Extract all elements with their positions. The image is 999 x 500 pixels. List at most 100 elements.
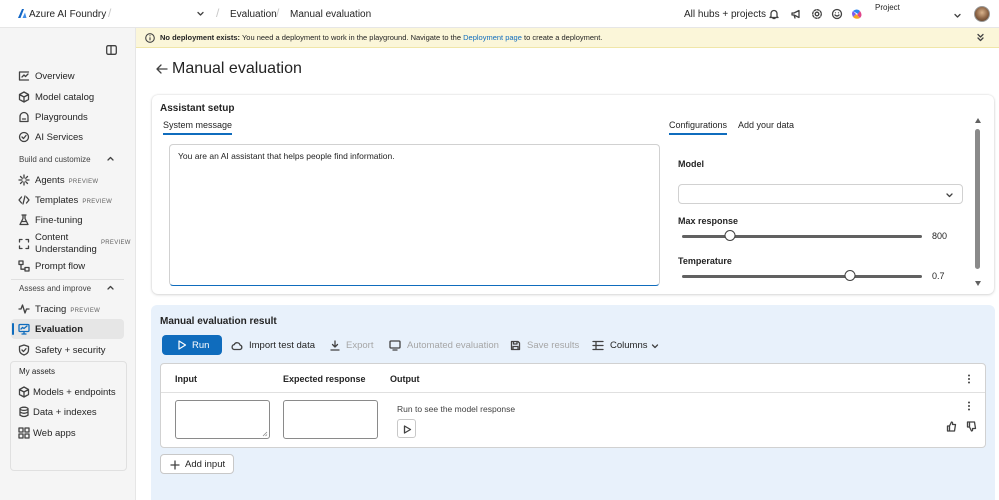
config-scrollbar[interactable] bbox=[974, 117, 982, 287]
sidebar-item-tracing[interactable]: Tracing PREVIEW bbox=[11, 299, 124, 319]
tab-system-message[interactable]: System message bbox=[163, 120, 233, 135]
sidebar-item-label: Playgrounds bbox=[35, 111, 88, 123]
temperature-slider[interactable] bbox=[682, 270, 922, 282]
back-arrow-icon[interactable] bbox=[156, 64, 168, 74]
sidebar-item-fine-tuning[interactable]: Fine-tuning bbox=[11, 210, 124, 230]
breadcrumb-evaluation[interactable]: Evaluation bbox=[230, 9, 277, 20]
sidebar-item-label: Content Understanding bbox=[35, 232, 97, 255]
run-row-button[interactable] bbox=[397, 419, 416, 438]
input-textarea[interactable] bbox=[175, 400, 270, 439]
evaluation-grid: Input Expected response Output Run to se… bbox=[160, 363, 986, 448]
save-results-button[interactable]: Save results bbox=[510, 340, 579, 351]
all-hubs-link[interactable]: All hubs + projects bbox=[684, 9, 766, 20]
cube-icon bbox=[18, 386, 30, 398]
sidebar-item-web-apps[interactable]: Web apps bbox=[11, 423, 126, 443]
sidebar-item-models-endpoints[interactable]: Models + endpoints bbox=[11, 382, 126, 402]
copilot-icon[interactable] bbox=[851, 8, 863, 20]
more-options-icon[interactable] bbox=[967, 374, 971, 384]
sidebar-item-label: Prompt flow bbox=[35, 260, 86, 272]
sidebar-item-evaluation[interactable]: Evaluation bbox=[11, 319, 124, 339]
breadcrumb-separator: / bbox=[108, 6, 112, 20]
sidebar-item-playgrounds[interactable]: Playgrounds bbox=[11, 107, 124, 127]
megaphone-icon[interactable] bbox=[790, 8, 802, 20]
breadcrumb-separator: / bbox=[276, 6, 280, 20]
max-response-slider[interactable] bbox=[682, 230, 922, 242]
sidebar: Overview Model catalog Playgrounds AI Se… bbox=[0, 28, 136, 500]
brand-name[interactable]: Azure AI Foundry bbox=[29, 9, 106, 20]
thumbs-up-icon[interactable] bbox=[946, 421, 957, 432]
automated-evaluation-button[interactable]: Automated evaluation bbox=[389, 340, 499, 351]
sidebar-item-data-indexes[interactable]: Data + indexes bbox=[11, 402, 126, 422]
scrollbar-thumb[interactable] bbox=[975, 129, 980, 269]
expected-response-textarea[interactable] bbox=[283, 400, 378, 439]
prompt-flow-icon bbox=[18, 260, 30, 272]
slider-thumb[interactable] bbox=[844, 270, 856, 281]
model-label: Model bbox=[678, 159, 704, 169]
sidebar-item-model-catalog[interactable]: Model catalog bbox=[11, 87, 124, 107]
download-icon bbox=[330, 340, 340, 351]
project-chevron-icon[interactable] bbox=[953, 11, 962, 20]
manual-evaluation-section: Manual evaluation result Run Import test… bbox=[151, 305, 995, 500]
page-title: Manual evaluation bbox=[172, 60, 302, 77]
smiley-feedback-icon[interactable] bbox=[831, 8, 843, 20]
sidebar-divider bbox=[11, 279, 124, 280]
sidebar-item-agents[interactable]: Agents PREVIEW bbox=[11, 170, 124, 190]
avatar[interactable] bbox=[974, 6, 990, 22]
tab-configurations[interactable]: Configurations bbox=[669, 120, 728, 135]
export-button[interactable]: Export bbox=[330, 340, 373, 351]
play-icon bbox=[403, 425, 412, 434]
chevron-up-icon[interactable] bbox=[106, 154, 115, 163]
sidebar-item-label: Data + indexes bbox=[33, 406, 97, 418]
cloud-icon bbox=[231, 341, 243, 351]
overview-icon bbox=[18, 70, 30, 82]
model-dropdown[interactable] bbox=[678, 184, 963, 204]
gear-icon[interactable] bbox=[811, 8, 823, 20]
save-icon bbox=[510, 340, 521, 351]
import-test-data-button[interactable]: Import test data bbox=[231, 340, 315, 351]
max-response-value: 800 bbox=[932, 231, 948, 241]
sidebar-item-prompt-flow[interactable]: Prompt flow bbox=[11, 256, 124, 276]
code-icon bbox=[18, 194, 30, 206]
section-header-build[interactable]: Build and customize bbox=[19, 155, 91, 164]
row-more-options-icon[interactable] bbox=[967, 401, 971, 411]
columns-button[interactable]: Columns bbox=[592, 340, 659, 351]
grid-divider bbox=[161, 392, 985, 393]
column-header-output[interactable]: Output bbox=[390, 374, 420, 384]
tracing-icon bbox=[18, 303, 30, 315]
sidebar-item-safety[interactable]: Safety + security bbox=[11, 340, 124, 360]
collapse-sidebar-icon[interactable] bbox=[106, 45, 117, 55]
column-header-expected-response[interactable]: Expected response bbox=[283, 374, 366, 384]
system-message-input[interactable]: You are an AI assistant that helps peopl… bbox=[169, 144, 660, 286]
project-label[interactable]: Project bbox=[875, 3, 900, 12]
sidebar-item-label: Tracing PREVIEW bbox=[35, 303, 101, 315]
beaker-icon bbox=[18, 214, 30, 226]
sidebar-item-overview[interactable]: Overview bbox=[11, 66, 124, 86]
slider-thumb[interactable] bbox=[724, 230, 736, 241]
my-assets-panel: My assets Models + endpoints Data + inde… bbox=[10, 361, 127, 471]
database-icon bbox=[18, 406, 30, 418]
info-icon bbox=[145, 33, 155, 43]
bell-icon[interactable] bbox=[768, 8, 780, 20]
deployment-page-link[interactable]: Deployment page bbox=[463, 33, 522, 42]
column-header-input[interactable]: Input bbox=[175, 374, 197, 384]
sidebar-item-label: Web apps bbox=[33, 427, 76, 439]
banner-message: No deployment exists: You need a deploym… bbox=[160, 33, 603, 42]
agents-icon bbox=[18, 174, 30, 186]
sidebar-item-label: Model catalog bbox=[35, 91, 95, 103]
section-header-assess[interactable]: Assess and improve bbox=[19, 284, 91, 293]
tab-add-your-data[interactable]: Add your data bbox=[738, 120, 794, 130]
top-bar: Azure AI Foundry / / Evaluation / Manual… bbox=[0, 0, 999, 28]
run-button[interactable]: Run bbox=[162, 335, 222, 355]
sidebar-item-label: AI Services bbox=[35, 131, 84, 143]
sidebar-item-ai-services[interactable]: AI Services bbox=[11, 127, 124, 147]
preview-badge: PREVIEW bbox=[82, 198, 113, 205]
add-input-button[interactable]: Add input bbox=[160, 454, 234, 474]
sidebar-item-templates[interactable]: Templates PREVIEW bbox=[11, 190, 124, 210]
sidebar-item-content-understanding[interactable]: Content Understanding PREVIEW bbox=[11, 230, 130, 258]
thumbs-down-icon[interactable] bbox=[966, 421, 977, 432]
sidebar-item-label: Evaluation bbox=[35, 323, 84, 335]
sidebar-item-label: Safety + security bbox=[35, 344, 106, 356]
chevron-double-down-icon[interactable] bbox=[976, 33, 985, 42]
chevron-up-icon[interactable] bbox=[106, 283, 115, 292]
breadcrumb-chevron-icon[interactable] bbox=[196, 9, 205, 18]
